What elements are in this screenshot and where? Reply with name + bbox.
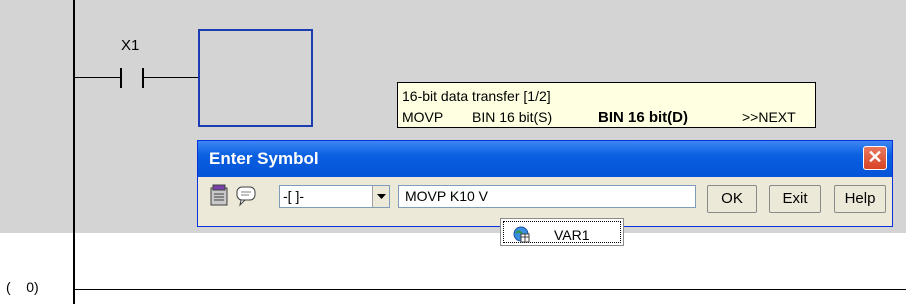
contact-bar-right: [142, 68, 144, 88]
instruction-tooltip: 16-bit data transfer [1/2] MOVP BIN 16 b…: [397, 82, 816, 128]
suggestion-label: VAR1: [554, 227, 590, 243]
symbol-type-value: -[ ]-: [283, 188, 304, 204]
ok-button[interactable]: OK: [707, 185, 757, 213]
insertion-cursor: [198, 29, 313, 127]
step-number: ( 0): [6, 279, 39, 295]
tooltip-dest-operand: BIN 16 bit(D): [598, 109, 688, 126]
dialog-titlebar[interactable]: Enter Symbol ✕: [198, 141, 892, 177]
contact-bar-left: [120, 68, 122, 88]
close-button[interactable]: ✕: [863, 146, 887, 170]
symbol-input[interactable]: MOVP K10 V: [398, 185, 696, 208]
dialog-title: Enter Symbol: [209, 149, 319, 168]
comment-icon[interactable]: [235, 183, 257, 207]
left-power-rail: [73, 0, 75, 304]
tooltip-title: 16-bit data transfer [1/2]: [402, 88, 551, 104]
tooltip-next-link[interactable]: >>NEXT: [742, 109, 796, 125]
exit-button[interactable]: Exit: [769, 185, 821, 213]
next-rung-wire: [75, 289, 906, 290]
symbol-type-select[interactable]: -[ ]-: [279, 185, 390, 208]
tooltip-instruction: MOVP: [402, 109, 444, 125]
contact-label: X1: [121, 37, 140, 54]
enter-symbol-dialog: Enter Symbol ✕ -[ ]- MOVP K10 V OK Exit …: [197, 140, 893, 227]
rung-wire-right: [144, 77, 198, 78]
global-variable-icon: [513, 226, 530, 243]
help-button[interactable]: Help: [834, 185, 886, 213]
close-icon: ✕: [867, 147, 883, 167]
device-list-icon[interactable]: [208, 183, 230, 207]
device-suggestion-popup: VAR1: [500, 218, 624, 246]
dropdown-button[interactable]: [372, 186, 389, 207]
tooltip-source-operand: BIN 16 bit(S): [472, 109, 553, 125]
dropdown-arrow-icon: [376, 194, 386, 199]
rung-wire-left: [75, 77, 120, 78]
suggestion-item[interactable]: VAR1: [503, 221, 621, 243]
